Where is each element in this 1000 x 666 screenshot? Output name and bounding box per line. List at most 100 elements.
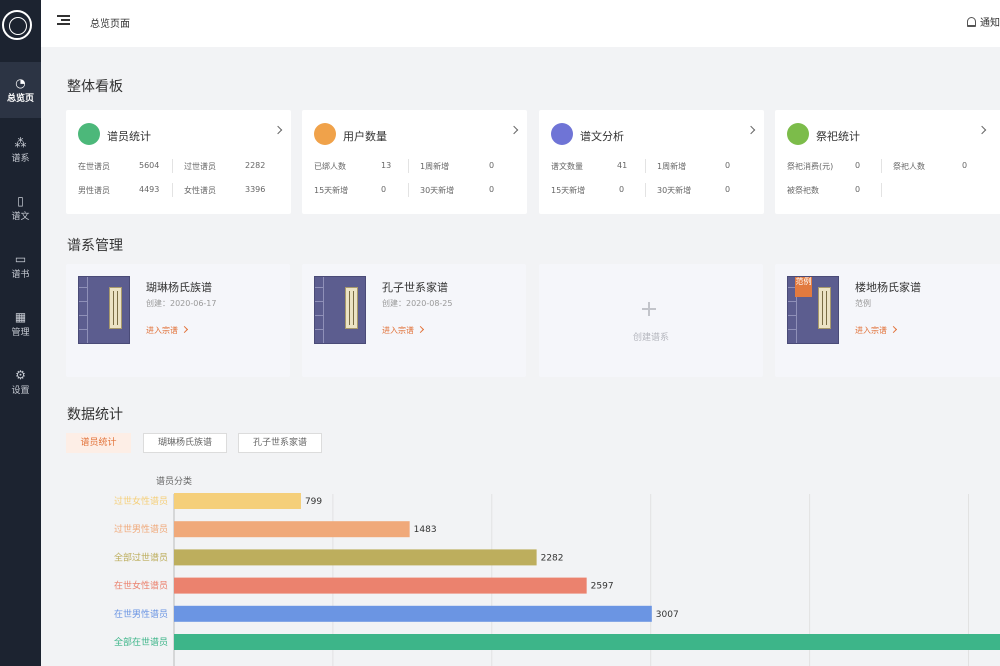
tab-confucius[interactable]: 孔子世系家谱 <box>238 433 322 453</box>
menu-toggle-icon[interactable] <box>57 14 70 26</box>
genealogy-name: 瑚琳杨氏族谱 <box>146 281 212 294</box>
create-genealogy-label: 创建谱系 <box>632 333 669 343</box>
genealogy-date: 创建：2020-06-17 <box>146 299 217 308</box>
section-title-genealogy: 谱系管理 <box>67 238 123 254</box>
notification-button[interactable]: 通知 <box>967 14 1000 29</box>
genealogy-name: 楼地杨氏家谱 <box>855 281 921 294</box>
enter-genealogy-link[interactable]: 进入宗谱 <box>146 325 187 336</box>
stat-value: 0 <box>962 161 968 170</box>
stat-value: 2282 <box>245 161 266 170</box>
stat-value: 4493 <box>139 185 160 194</box>
section-title-overview: 整体看板 <box>67 79 123 95</box>
stat-label: 被祭祀数 <box>787 186 819 195</box>
members-icon <box>78 123 100 145</box>
stat-value: 0 <box>725 185 731 194</box>
chevron-right-icon[interactable] <box>977 125 987 135</box>
stat-label: 谱文数量 <box>551 162 583 171</box>
divider <box>645 183 646 197</box>
divider <box>881 159 882 173</box>
divider <box>408 159 409 173</box>
genealogy-date: 范例 <box>855 299 871 308</box>
divider <box>645 159 646 173</box>
genealogy-card[interactable]: 范例 楼地杨氏家谱 范例 进入宗谱 <box>775 264 1000 377</box>
stat-value: 0 <box>855 161 861 170</box>
genealogy-name: 孔子世系家谱 <box>382 281 448 294</box>
stat-value: 0 <box>489 185 495 194</box>
top-header: 总览页面 通知 <box>41 0 1000 47</box>
sidebar-item-label: 总览页 <box>6 94 34 104</box>
tab-member-stats[interactable]: 谱员统计 <box>66 433 131 453</box>
stat-label: 1周新增 <box>420 162 450 171</box>
divider <box>408 183 409 197</box>
stat-label: 已绑人数 <box>314 162 346 171</box>
genealogy-card[interactable]: 瑚琳杨氏族谱 创建：2020-06-17 进入宗谱 <box>66 264 290 377</box>
plus-icon <box>642 302 656 316</box>
data-label: 799 <box>305 497 322 507</box>
incense-icon <box>787 123 809 145</box>
stat-value: 41 <box>617 161 628 170</box>
book-cover-icon <box>314 276 366 344</box>
stat-card-members: 谱员统计 在世谱员 5604 过世谱员 2282 男性谱员 4493 女性谱员 … <box>66 110 291 214</box>
stat-card-texts: 谱文分析 谱文数量 41 1周新增 0 15天新增 0 30天新增 0 <box>539 110 764 214</box>
tab-hulin-yang[interactable]: 瑚琳杨氏族谱 <box>143 433 227 453</box>
category-label: 过世男性谱员 <box>114 523 168 535</box>
data-label: 1483 <box>414 525 437 535</box>
open-book-icon: ▭ <box>14 252 27 266</box>
stat-label: 男性谱员 <box>78 186 110 195</box>
sidebar-item-label: 设置 <box>11 386 30 396</box>
bar <box>174 493 301 509</box>
stat-label: 15天新增 <box>314 186 349 195</box>
bar <box>174 634 1000 650</box>
stat-card-title: 祭祀统计 <box>816 130 860 143</box>
chevron-right-icon[interactable] <box>273 125 283 135</box>
page-title: 总览页面 <box>90 19 130 30</box>
sidebar-item-texts[interactable]: ▯ 谱文 <box>0 180 41 236</box>
stat-label: 30天新增 <box>657 186 692 195</box>
stat-value: 0 <box>381 185 387 194</box>
sidebar-item-label: 管理 <box>11 328 30 338</box>
chevron-right-icon[interactable] <box>509 125 519 135</box>
stat-label: 15天新增 <box>551 186 586 195</box>
stat-value: 3396 <box>245 185 266 194</box>
sidebar-item-manage[interactable]: ▦ 管理 <box>0 296 41 352</box>
bar <box>174 605 652 622</box>
genealogy-card[interactable]: 孔子世系家谱 创建：2020-08-25 进入宗谱 <box>302 264 526 377</box>
divider <box>881 183 882 197</box>
bar <box>174 521 410 538</box>
stat-label: 过世谱员 <box>184 162 216 171</box>
enter-genealogy-link[interactable]: 进入宗谱 <box>855 325 896 336</box>
sidebar-item-lineage[interactable]: ⁂ 谱系 <box>0 122 41 178</box>
grid-icon: ▦ <box>14 310 27 324</box>
stat-value: 0 <box>619 185 625 194</box>
stat-value: 5604 <box>139 161 160 170</box>
stat-card-worship: 祭祀统计 祭祀消费(元) 0 祭祀人数 0 被祭祀数 0 <box>775 110 1000 214</box>
gear-icon: ⚙ <box>15 368 26 382</box>
book-cover-icon <box>78 276 130 344</box>
data-label: 2597 <box>591 582 614 592</box>
bar <box>174 577 587 594</box>
enter-genealogy-link[interactable]: 进入宗谱 <box>382 325 423 336</box>
section-title-stats: 数据统计 <box>67 407 123 423</box>
sidebar-item-label: 谱系 <box>11 154 30 164</box>
sidebar-item-books[interactable]: ▭ 谱书 <box>0 238 41 294</box>
stat-label: 在世谱员 <box>78 162 110 171</box>
bar <box>174 549 537 566</box>
stat-card-title: 谱员统计 <box>107 130 151 143</box>
chevron-right-icon[interactable] <box>746 125 756 135</box>
category-label: 全部在世谱员 <box>114 636 168 648</box>
stat-label: 30天新增 <box>420 186 455 195</box>
stat-value: 13 <box>381 161 392 170</box>
category-label: 在世男性谱员 <box>114 608 168 620</box>
sidebar-item-label: 谱书 <box>11 270 30 280</box>
category-label: 在世女性谱员 <box>114 580 168 592</box>
logo <box>2 10 32 40</box>
category-label: 过世女性谱员 <box>114 495 168 507</box>
y-axis-title: 谱员分类 <box>156 475 192 487</box>
stat-value: 0 <box>489 161 495 170</box>
pie-chart-icon: ◔ <box>15 76 26 90</box>
create-genealogy-button[interactable]: 创建谱系 <box>539 264 763 377</box>
sidebar-item-overview[interactable]: ◔ 总览页 <box>0 62 41 118</box>
stat-card-users: 用户数量 已绑人数 13 1周新增 0 15天新增 0 30天新增 0 <box>302 110 527 214</box>
sidebar-item-label: 谱文 <box>11 212 30 222</box>
sidebar-item-settings[interactable]: ⚙ 设置 <box>0 354 41 410</box>
